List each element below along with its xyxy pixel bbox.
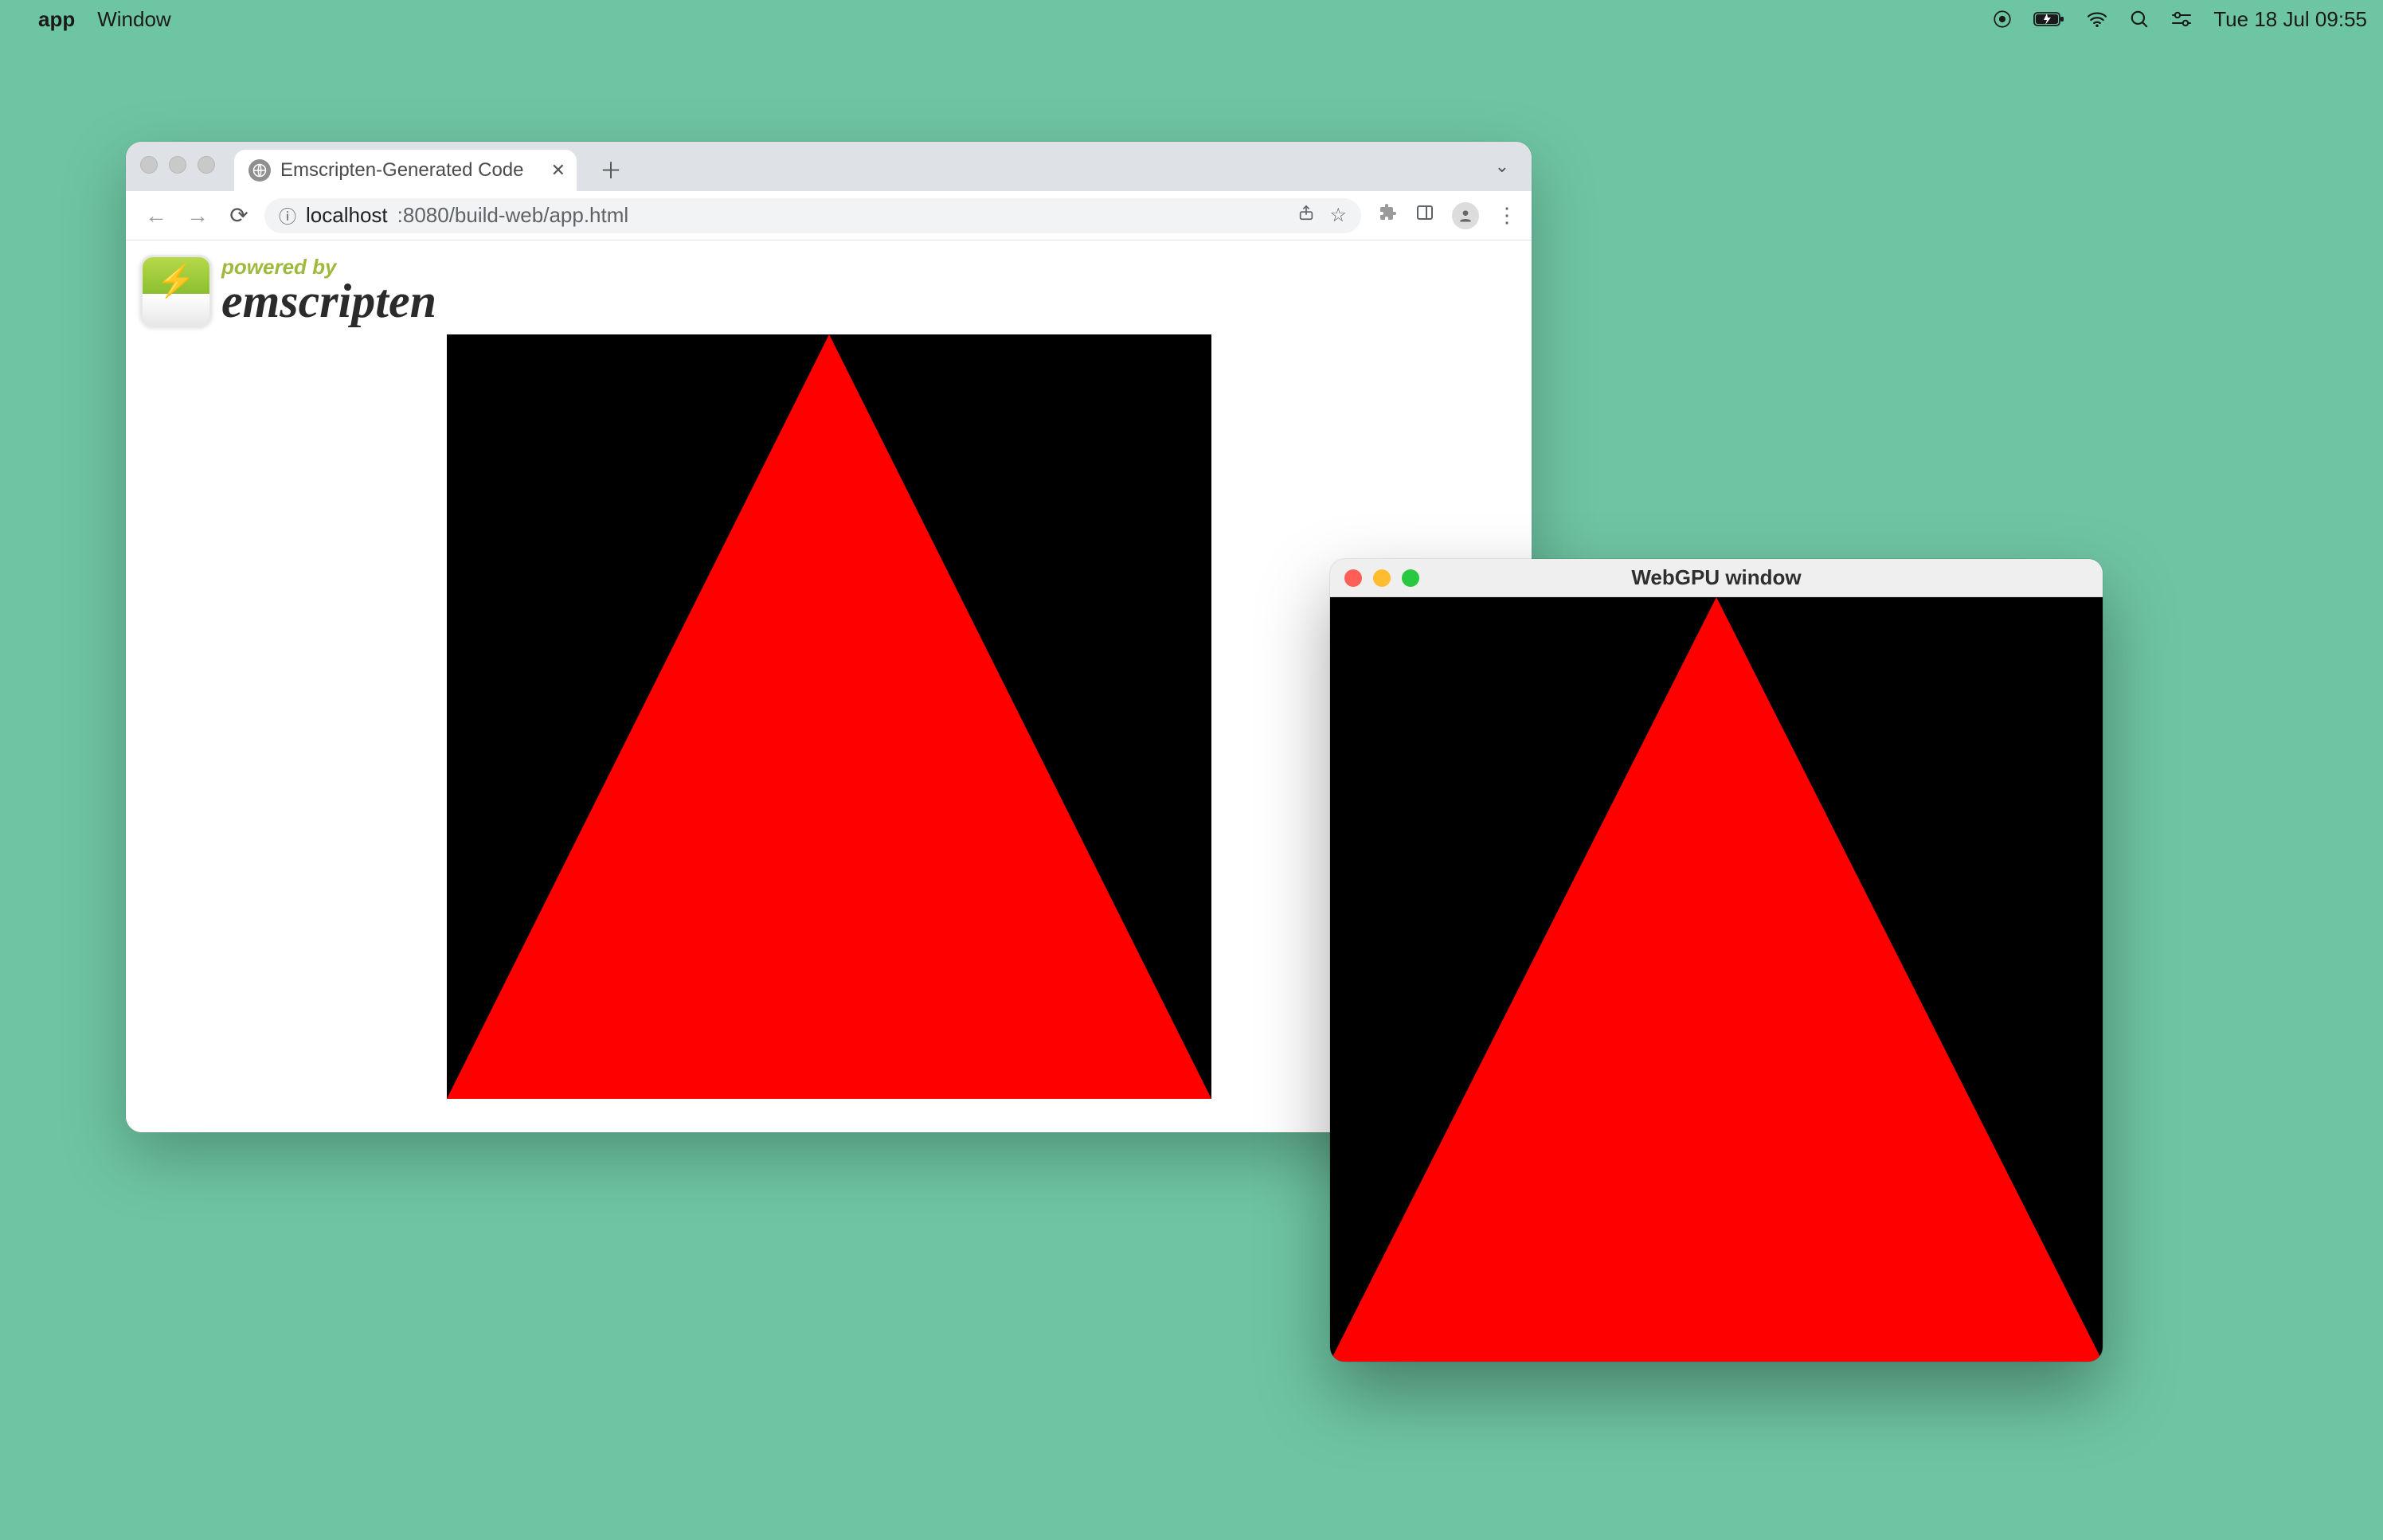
wifi-icon[interactable] [2086,10,2108,28]
tab-list-chevron-icon[interactable]: ⌄ [1495,156,1509,177]
nav-reload-button[interactable]: ⟳ [223,200,255,232]
profile-avatar-icon[interactable] [1452,202,1479,229]
screen-record-icon[interactable] [1992,9,2013,29]
nav-forward-button[interactable]: → [182,200,213,232]
red-triangle [447,334,1211,1099]
chrome-menu-icon[interactable]: ⋮ [1497,203,1517,228]
emscripten-badge-icon [140,255,212,326]
browser-tab[interactable]: Emscripten-Generated Code ✕ [234,150,577,191]
traffic-zoom[interactable] [1402,569,1419,587]
menubar-clock[interactable]: Tue 18 Jul 09:55 [2213,7,2367,32]
browser-tabstrip: Emscripten-Generated Code ✕ ＋ ⌄ [126,142,1532,191]
new-tab-button[interactable]: ＋ [596,154,626,185]
traffic-close[interactable] [1344,569,1362,587]
webgpu-canvas[interactable] [447,334,1211,1099]
sidepanel-icon[interactable] [1415,203,1434,228]
menubar-app-name[interactable]: app [38,7,75,32]
native-window-title: WebGPU window [1330,565,2103,590]
browser-window: Emscripten-Generated Code ✕ ＋ ⌄ ← → ⟳ ⓘ … [126,142,1532,1132]
native-titlebar[interactable]: WebGPU window [1330,559,2103,597]
browser-traffic-lights [140,156,215,174]
bookmark-star-icon[interactable]: ☆ [1329,204,1347,227]
menubar-window-menu[interactable]: Window [97,7,170,32]
share-icon[interactable] [1297,204,1315,227]
browser-tab-title: Emscripten-Generated Code [280,159,523,182]
control-center-icon[interactable] [2170,10,2193,29]
site-info-icon[interactable]: ⓘ [279,203,296,229]
tab-close-icon[interactable]: ✕ [551,160,565,181]
traffic-minimize[interactable] [1373,569,1391,587]
traffic-close-inactive[interactable] [140,156,158,174]
nav-back-button[interactable]: ← [140,200,172,232]
address-bar[interactable]: ⓘ localhost :8080/build-web/app.html ☆ [264,198,1361,233]
traffic-min-inactive[interactable] [169,156,186,174]
browser-toolbar: ← → ⟳ ⓘ localhost :8080/build-web/app.htm… [126,191,1532,240]
red-triangle [1330,597,2103,1362]
page-content: powered by emscripten [126,240,1532,1132]
battery-icon[interactable] [2033,11,2065,27]
spotlight-icon[interactable] [2129,9,2150,29]
macos-menubar: app Window Tue 18 Jul 09:55 [0,0,2383,38]
native-canvas[interactable] [1330,597,2103,1362]
traffic-max-inactive[interactable] [198,156,215,174]
extensions-icon[interactable] [1379,203,1398,228]
native-window: WebGPU window [1330,559,2103,1362]
emscripten-logo: powered by emscripten [140,255,1517,326]
url-path: :8080/build-web/app.html [397,203,629,228]
logo-name: emscripten [221,277,436,325]
globe-icon [248,159,271,182]
url-host: localhost [306,203,388,228]
